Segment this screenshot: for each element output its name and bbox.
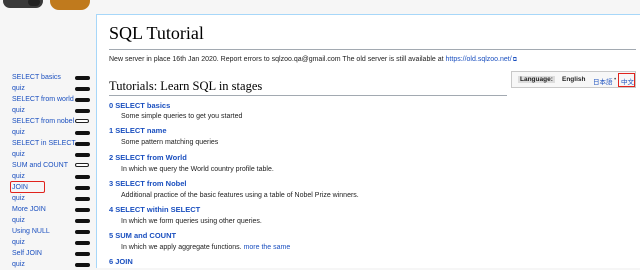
site-logo[interactable] [0,0,94,14]
sidebar-item-select-from-world[interactable]: SELECT from world [0,94,96,105]
tutorial-title-0[interactable]: 0 SELECT basics [109,101,170,110]
tutorial-description-5: In which we apply aggregate functions. m… [121,244,290,251]
sidebar-link[interactable]: quiz [12,127,25,138]
progress-indicator [75,207,90,212]
sidebar-link[interactable]: quiz [12,149,25,160]
old-server-link[interactable]: https://old.sqlzoo.net/ [446,56,512,63]
tutorial-description-3: Additional practice of the basic feature… [121,192,359,199]
sidebar-link[interactable]: SUM and COUNT [12,160,68,171]
tutorial-title-6[interactable]: 6 JOIN [109,257,133,266]
sidebar-item-quiz[interactable]: quiz [0,149,96,160]
tutorial-description-0: Some simple queries to get you started [121,113,243,120]
sidebar-nav: SELECT basics quiz SELECT from world qui… [0,72,96,270]
progress-indicator [75,229,90,234]
progress-indicator [75,152,90,157]
tutorial-link[interactable]: 5 SUM and COUNT [109,231,176,240]
sidebar-item-quiz[interactable]: quiz [0,105,96,116]
sidebar-item-more-join[interactable]: More JOIN [0,204,96,215]
progress-indicator [75,141,90,146]
logo-shape-orange [50,0,90,10]
sidebar-item-quiz[interactable]: quiz [0,259,96,270]
tutorial-title-3[interactable]: 3 SELECT from Nobel [109,179,187,188]
sidebar-item-sum-and-count[interactable]: SUM and COUNT [0,160,96,171]
progress-indicator [75,163,89,167]
progress-indicator [75,196,90,201]
language-label: Language: [518,76,555,83]
logo-shape-dot [28,0,40,6]
sidebar-item-quiz[interactable]: quiz [0,83,96,94]
progress-indicator [75,240,90,245]
notice-text: New server in place 16th Jan 2020. Repor… [109,56,446,63]
page-title: SQL Tutorial [109,23,204,43]
sidebar-link[interactable]: Self JOIN [12,248,42,259]
sidebar-link[interactable]: quiz [12,105,25,116]
sidebar-item-select-from-nobel[interactable]: SELECT from nobel [0,116,96,127]
tutorial-title-5[interactable]: 5 SUM and COUNT [109,231,176,240]
external-link-icon: ⧉ [512,57,517,63]
progress-indicator [75,108,90,113]
tutorial-link[interactable]: 6 JOIN [109,257,133,266]
description-text: In which we apply aggregate functions. [121,244,244,251]
progress-indicator [75,185,90,190]
more-the-same-link[interactable]: more the same [244,244,291,251]
tutorial-link[interactable]: 2 SELECT from World [109,153,187,162]
sidebar-link[interactable]: SELECT in SELECT [12,138,76,149]
sidebar-link[interactable]: quiz [12,83,25,94]
sidebar-link[interactable]: quiz [12,237,25,248]
sidebar-item-using-null[interactable]: Using NULL [0,226,96,237]
server-notice: New server in place 16th Jan 2020. Repor… [109,56,517,64]
tutorial-description-2: In which we query the World country prof… [121,166,274,173]
progress-indicator [75,251,90,256]
language-japanese-link[interactable]: 日本語 [593,76,613,86]
sidebar-item-quiz[interactable]: quiz [0,215,96,226]
chinese-highlight-box [618,73,635,87]
progress-indicator [75,75,90,80]
sidebar-link[interactable]: quiz [12,259,25,270]
sidebar-item-quiz[interactable]: quiz [0,193,96,204]
sidebar-link[interactable]: More JOIN [12,204,46,215]
sidebar-link[interactable]: SELECT basics [12,72,61,83]
progress-indicator [75,130,90,135]
sidebar-item-select-in-select[interactable]: SELECT in SELECT [0,138,96,149]
tutorial-title-2[interactable]: 2 SELECT from World [109,153,187,162]
tutorial-description-4: In which we form queries using other que… [121,218,262,225]
sidebar-link[interactable]: quiz [12,215,25,226]
tutorial-description-1: Some pattern matching queries [121,139,219,146]
progress-indicator [75,218,90,223]
tutorial-link[interactable]: 3 SELECT from Nobel [109,179,187,188]
tutorial-title-4[interactable]: 4 SELECT within SELECT [109,205,200,214]
sidebar-link[interactable]: SELECT from nobel [12,116,74,127]
tutorial-title-1[interactable]: 1 SELECT name [109,126,167,135]
sidebar-link[interactable]: quiz [12,193,25,204]
progress-indicator [75,119,89,123]
progress-indicator [75,174,90,179]
progress-indicator [75,86,90,91]
language-english: English [562,76,586,83]
sidebar-item-quiz[interactable]: quiz [0,127,96,138]
progress-indicator [75,262,90,267]
tutorial-link[interactable]: 4 SELECT within SELECT [109,205,200,214]
sidebar-link[interactable]: JOIN [12,182,28,193]
section-title: Tutorials: Learn SQL in stages [109,79,263,93]
sidebar-item-select-basics[interactable]: SELECT basics [0,72,96,83]
language-separator: • [614,76,617,83]
title-divider [109,49,636,50]
tutorial-link[interactable]: 0 SELECT basics [109,101,170,110]
sidebar-link[interactable]: SELECT from world [12,94,74,105]
language-selector: Language: English 日本語 • 中文 [511,71,636,88]
sidebar-item-quiz[interactable]: quiz [0,237,96,248]
main-content: SQL Tutorial New server in place 16th Ja… [96,14,640,268]
tutorial-link[interactable]: 1 SELECT name [109,126,167,135]
progress-indicator [75,97,90,102]
sidebar-item-self-join[interactable]: Self JOIN [0,248,96,259]
sidebar-link[interactable]: Using NULL [12,226,50,237]
section-divider [109,95,507,96]
sidebar-item-join[interactable]: JOIN [0,181,96,193]
